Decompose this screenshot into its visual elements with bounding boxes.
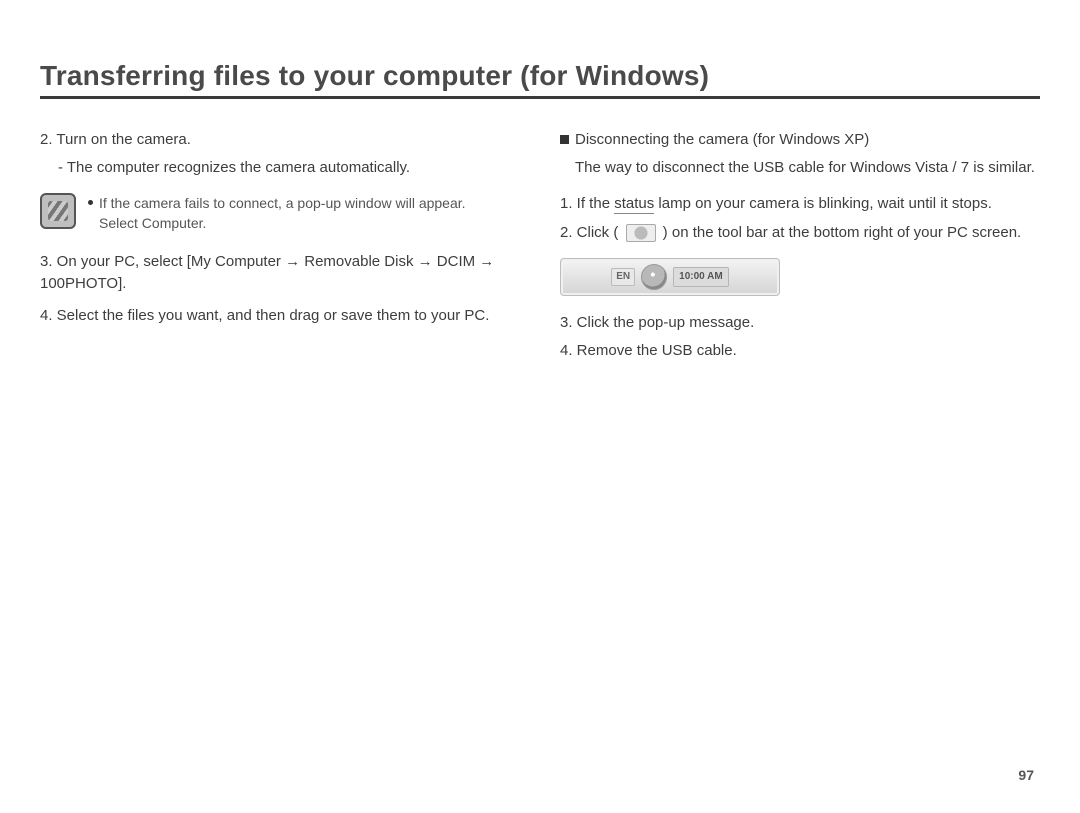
disc-step-2: 2. Click ( ) on the tool bar at the bott… bbox=[560, 222, 1040, 244]
title-underline bbox=[40, 96, 1040, 99]
note-line-2: Select Computer. bbox=[99, 213, 206, 233]
right-column: Disconnecting the camera (for Windows XP… bbox=[560, 129, 1040, 368]
left-column: 2. Turn on the camera. - The computer re… bbox=[40, 129, 520, 368]
step-2-sub: - The computer recognizes the camera aut… bbox=[58, 157, 520, 179]
content-columns: 2. Turn on the camera. - The computer re… bbox=[40, 129, 1040, 368]
disc-step-2a: 2. Click ( bbox=[560, 224, 623, 241]
disconnect-heading: Disconnecting the camera (for Windows XP… bbox=[560, 129, 1040, 151]
note-line-1: If the camera fails to connect, a pop-up… bbox=[99, 195, 466, 211]
page-title: Transferring files to your computer (for… bbox=[40, 60, 1040, 92]
disc-step-2b: ) on the tool bar at the bottom right of… bbox=[659, 224, 1022, 241]
tray-eject-icon bbox=[641, 264, 667, 290]
bullet-icon bbox=[88, 200, 93, 205]
disconnect-heading-text: Disconnecting the camera (for Windows XP… bbox=[575, 131, 869, 148]
step-4: 4. Select the files you want, and then d… bbox=[40, 305, 520, 327]
square-bullet-icon bbox=[560, 135, 569, 144]
system-tray-illustration: EN 10:00 AM bbox=[560, 258, 780, 296]
manual-page: Transferring files to your computer (for… bbox=[0, 0, 1080, 813]
disc-step-1-status: status bbox=[614, 195, 654, 214]
step-3: 3. On your PC, select [My Computer → Rem… bbox=[40, 251, 520, 295]
disconnect-sub: The way to disconnect the USB cable for … bbox=[575, 157, 1040, 179]
tray-clock: 10:00 AM bbox=[673, 267, 729, 288]
disc-step-4: 4. Remove the USB cable. bbox=[560, 340, 1040, 362]
disc-step-3: 3. Click the pop-up message. bbox=[560, 312, 1040, 334]
disc-step-1a: 1. If the bbox=[560, 195, 614, 212]
note-text: If the camera fails to connect, a pop-up… bbox=[88, 193, 466, 234]
note-icon bbox=[40, 193, 76, 229]
note-block: If the camera fails to connect, a pop-up… bbox=[40, 193, 520, 234]
safely-remove-icon bbox=[626, 224, 656, 242]
page-number: 97 bbox=[1018, 767, 1034, 783]
disc-step-1b: lamp on your camera is blinking, wait un… bbox=[654, 195, 992, 212]
disc-step-1: 1. If the status lamp on your camera is … bbox=[560, 193, 1040, 215]
tray-language-indicator: EN bbox=[611, 268, 635, 287]
step-2: 2. Turn on the camera. bbox=[40, 129, 520, 151]
